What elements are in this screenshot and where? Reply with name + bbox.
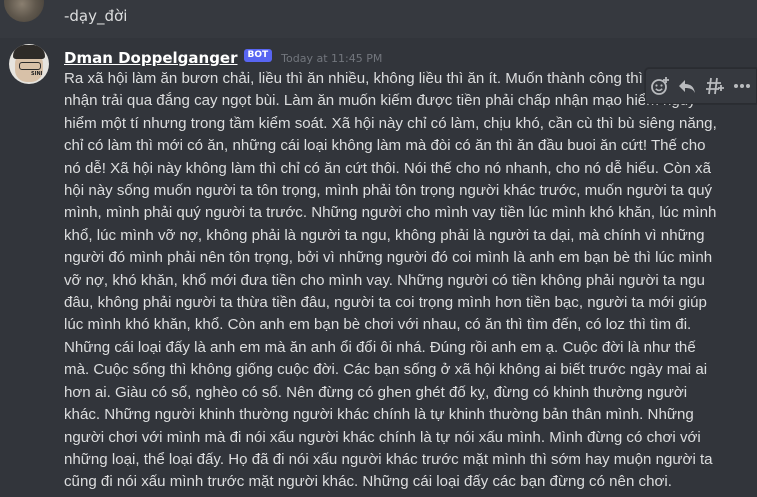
message-content: Ra xã hội làm ăn bươn chải, liều thì ăn … (64, 70, 717, 491)
message-header: Dman Doppelganger BOT Today at 11:45 PM (64, 48, 382, 68)
previous-message: -dạy_đời (0, 0, 757, 34)
timestamp[interactable]: Today at 11:45 PM (281, 49, 382, 69)
username[interactable]: Dman Doppelganger (64, 48, 238, 68)
avatar-glasses (19, 62, 41, 70)
chat-view: -dạy_đời SINI Dman Doppelganger BOT Toda… (0, 0, 757, 497)
avatar-hair (13, 45, 45, 59)
bot-badge: BOT (243, 48, 273, 62)
more-options-icon (734, 84, 751, 88)
more-options-button[interactable] (731, 75, 753, 97)
message: SINI Dman Doppelganger BOT Today at 11:4… (0, 38, 757, 497)
create-thread-button[interactable] (704, 75, 726, 97)
previous-message-text: -dạy_đời (64, 7, 128, 25)
add-reaction-button[interactable] (649, 75, 671, 97)
create-thread-icon (705, 77, 724, 95)
message-toolbar (645, 68, 757, 104)
reply-icon (679, 80, 696, 93)
avatar-tag: SINI (31, 71, 43, 77)
previous-avatar[interactable] (4, 0, 44, 22)
add-reaction-icon (650, 77, 669, 95)
reply-button[interactable] (676, 75, 698, 97)
avatar[interactable]: SINI (9, 44, 49, 84)
